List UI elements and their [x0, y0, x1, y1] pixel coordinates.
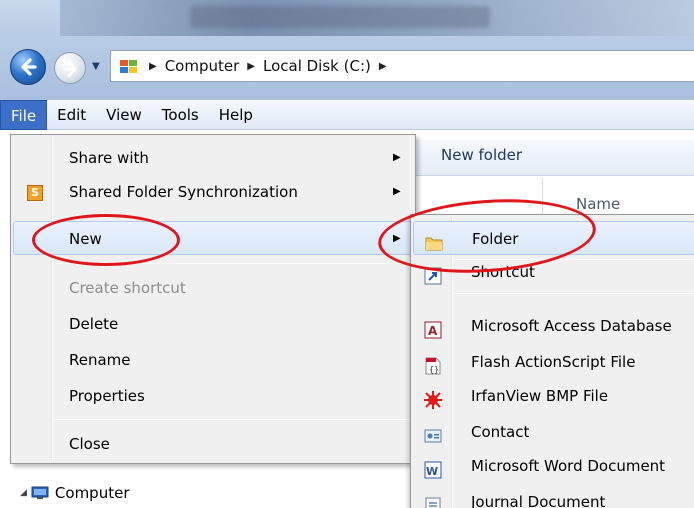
menu-item-label: Properties: [69, 387, 145, 405]
submenu-item-flash-actionscript[interactable]: {} Flash ActionScript File: [413, 345, 694, 379]
expand-triangle-icon[interactable]: ◢: [20, 488, 27, 498]
menu-item-close[interactable]: Close: [13, 427, 413, 461]
menu-bar: File Edit View Tools Help: [0, 99, 694, 130]
menu-item-delete[interactable]: Delete: [13, 307, 413, 341]
menu-item-label: Shared Folder Synchronization: [69, 183, 298, 201]
breadcrumb-separator[interactable]: ▶: [149, 61, 157, 72]
actionscript-icon: {}: [424, 353, 442, 375]
submenu-item-irfanview-bmp[interactable]: IrfanView BMP File: [413, 379, 694, 413]
breadcrumb-separator[interactable]: ▶: [247, 61, 255, 72]
submenu-item-access-database[interactable]: A Microsoft Access Database: [413, 309, 694, 343]
svg-text:W: W: [426, 465, 438, 478]
submenu-item-folder[interactable]: Folder: [413, 221, 694, 255]
submenu-item-shortcut[interactable]: Shortcut: [413, 255, 694, 289]
menu-item-create-shortcut: Create shortcut: [13, 271, 413, 305]
menu-help[interactable]: Help: [209, 100, 263, 130]
submenu-item-label: Contact: [471, 423, 530, 441]
arrow-left-icon: [21, 58, 37, 76]
irfanview-icon: [424, 387, 442, 409]
submenu-item-contact[interactable]: Contact: [413, 415, 694, 449]
breadcrumb-local-disk[interactable]: Local Disk (C:): [263, 57, 371, 75]
submenu-item-label: IrfanView BMP File: [471, 387, 609, 405]
window-chrome: ▼ ▶ Computer ▶ Local Disk (C:) ▶: [0, 0, 694, 100]
menu-item-label: Share with: [69, 149, 149, 167]
sync-icon: S: [27, 185, 43, 201]
menu-item-share-with[interactable]: Share with ▶: [13, 141, 413, 175]
menu-item-new[interactable]: New ▶: [13, 221, 413, 255]
arrow-right-icon: [63, 61, 77, 77]
menu-edit[interactable]: Edit: [47, 100, 96, 130]
menu-item-label: Delete: [69, 315, 119, 333]
contact-icon: [424, 423, 442, 443]
back-button[interactable]: [10, 49, 46, 85]
nav-tree-computer[interactable]: ◢ Computer: [20, 484, 130, 502]
computer-icon: [119, 57, 139, 75]
submenu-item-label: Microsoft Access Database: [471, 317, 672, 335]
svg-text:A: A: [428, 324, 438, 338]
address-bar[interactable]: ▶ Computer ▶ Local Disk (C:) ▶: [110, 50, 694, 82]
shortcut-icon: [424, 263, 442, 285]
new-folder-button[interactable]: New folder: [441, 146, 522, 164]
access-icon: A: [424, 317, 442, 339]
journal-icon: [424, 493, 442, 508]
menu-item-properties[interactable]: Properties: [13, 379, 413, 413]
file-menu: Share with ▶ S Shared Folder Synchroniza…: [10, 134, 416, 464]
menu-file[interactable]: File: [0, 99, 48, 130]
breadcrumb-separator[interactable]: ▶: [379, 61, 387, 72]
menu-view[interactable]: View: [96, 100, 152, 130]
submenu-arrow-icon: ▶: [393, 152, 401, 163]
menu-item-label: Close: [69, 435, 110, 453]
menu-item-label: New: [69, 230, 102, 248]
submenu-item-label: Microsoft Word Document: [471, 457, 666, 475]
submenu-item-word-document[interactable]: W Microsoft Word Document: [413, 449, 694, 483]
nav-tree-computer-label: Computer: [54, 484, 130, 502]
submenu-item-label: Flash ActionScript File: [471, 353, 636, 371]
submenu-item-journal-document[interactable]: Journal Document: [413, 485, 694, 508]
column-divider: [542, 178, 543, 218]
menu-item-shared-folder-sync[interactable]: S Shared Folder Synchronization ▶: [13, 175, 413, 209]
menu-item-label: Create shortcut: [69, 279, 186, 297]
folder-icon: [425, 230, 443, 251]
menu-separator: [455, 293, 694, 294]
menu-item-rename[interactable]: Rename: [13, 343, 413, 377]
submenu-item-label: Folder: [472, 230, 519, 248]
submenu-arrow-icon: ▶: [393, 186, 401, 197]
menu-separator: [55, 419, 411, 420]
menu-tools[interactable]: Tools: [152, 100, 209, 130]
blurred-title-bar: [60, 0, 694, 36]
submenu-arrow-icon: ▶: [393, 233, 401, 244]
recent-pages-dropdown[interactable]: ▼: [92, 61, 100, 72]
column-header-name[interactable]: Name: [576, 195, 620, 213]
submenu-item-label: Shortcut: [471, 263, 535, 281]
word-icon: W: [424, 457, 442, 479]
new-submenu: Folder Shortcut A Microsoft Access Datab…: [410, 214, 694, 508]
svg-text:{}: {}: [429, 365, 439, 374]
menu-separator: [55, 263, 411, 264]
computer-icon: [31, 486, 49, 500]
breadcrumb-computer[interactable]: Computer: [165, 57, 240, 75]
menu-item-label: Rename: [69, 351, 131, 369]
submenu-item-label: Journal Document: [471, 493, 606, 508]
forward-button[interactable]: [54, 52, 86, 84]
